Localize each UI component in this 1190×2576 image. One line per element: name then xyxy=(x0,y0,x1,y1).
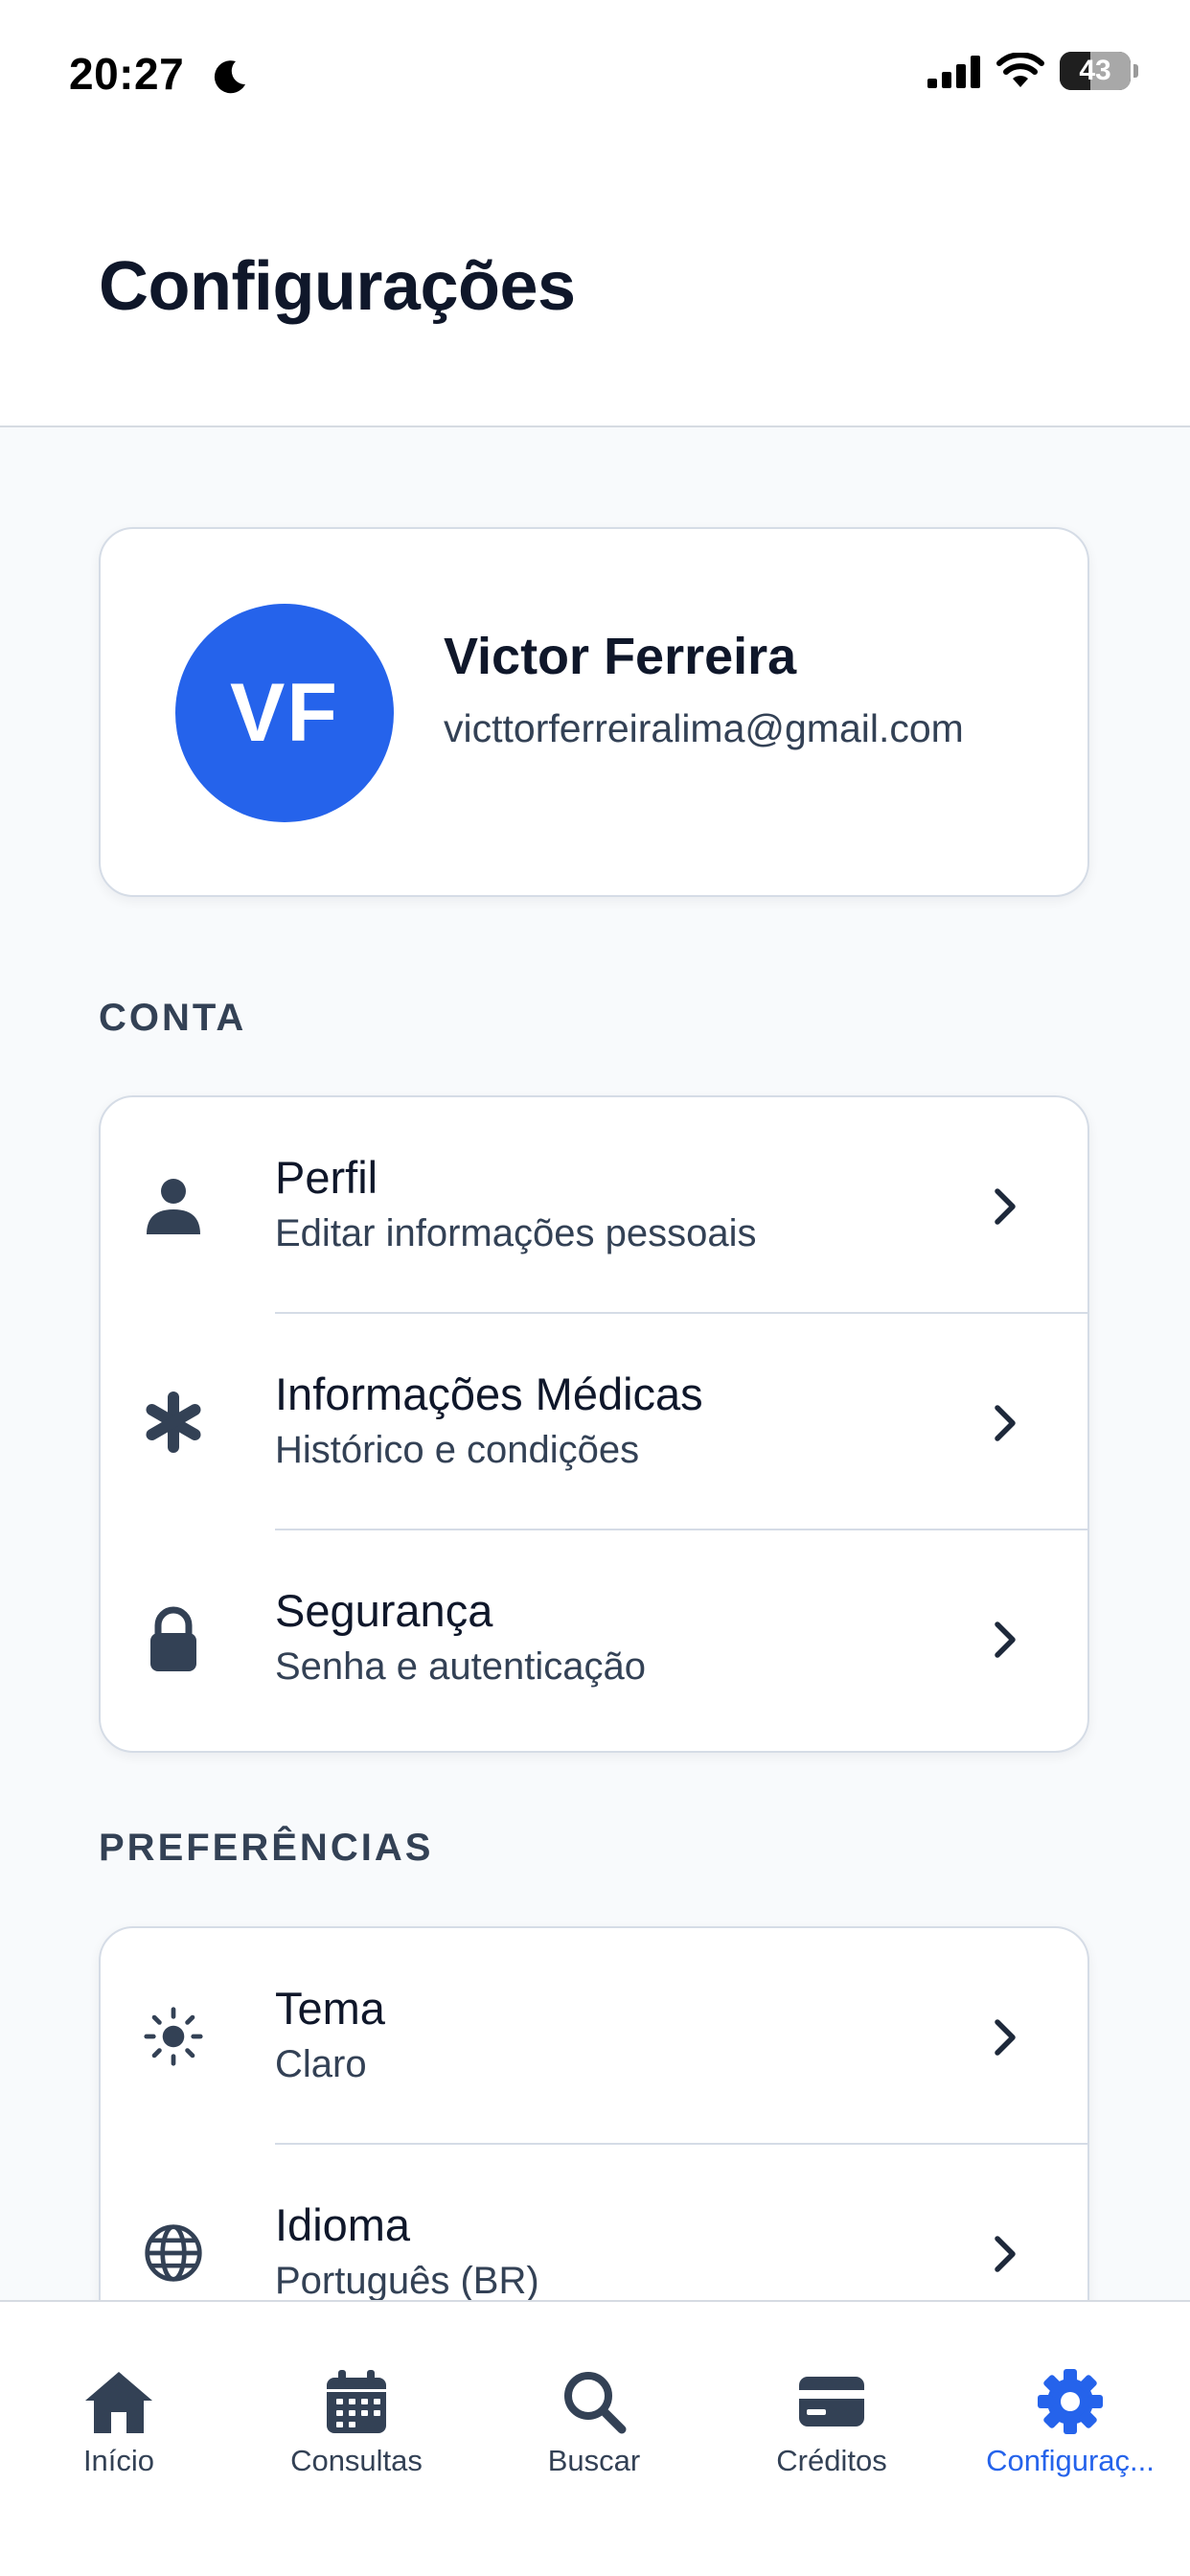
globe-icon xyxy=(143,2222,204,2284)
settings-item-security[interactable]: Segurança Senha e autenticação xyxy=(101,1530,1087,1747)
user-email: victtorferreiralima@gmail.com xyxy=(444,706,964,750)
settings-item-medical-info[interactable]: Informações Médicas Histórico e condiçõe… xyxy=(101,1314,1087,1530)
user-name: Victor Ferreira xyxy=(444,628,797,685)
person-icon xyxy=(143,1175,204,1236)
settings-item-subtitle: Editar informações pessoais xyxy=(275,1212,757,1254)
status-time: 20:27 xyxy=(69,49,185,99)
moon-icon xyxy=(214,60,245,94)
lock-icon xyxy=(143,1606,204,1671)
settings-item-title: Informações Médicas xyxy=(275,1368,703,1419)
home-icon xyxy=(0,2365,238,2438)
tab-configuracoes[interactable]: Configuraç... xyxy=(950,2302,1190,2484)
section-label-preferences: PREFERÊNCIAS xyxy=(99,1827,434,1869)
settings-item-title: Perfil xyxy=(275,1152,378,1203)
bottom-tab-bar: Início Consultas Buscar Créditos Configu… xyxy=(0,2300,1190,2576)
battery-percent: 43 xyxy=(1079,55,1111,86)
tab-label: Consultas xyxy=(290,2444,423,2477)
account-settings-group: Perfil Editar informações pessoais Infor… xyxy=(99,1095,1089,1753)
tab-inicio[interactable]: Início xyxy=(0,2302,238,2484)
avatar: VF xyxy=(175,604,394,822)
chevron-right-icon xyxy=(995,1622,1016,1658)
settings-item-subtitle: Histórico e condições xyxy=(275,1429,640,1471)
card-icon xyxy=(713,2365,950,2438)
settings-item-title: Idioma xyxy=(275,2199,411,2250)
battery-indicator: 43 xyxy=(1060,52,1138,90)
sun-icon xyxy=(143,2006,204,2067)
tab-label: Configuraç... xyxy=(986,2444,1155,2477)
battery-cap xyxy=(1133,64,1138,78)
tab-label: Créditos xyxy=(776,2444,887,2477)
tab-consultas[interactable]: Consultas xyxy=(238,2302,475,2484)
settings-screen: 20:27 43 Configurações VF Victor Ferreir… xyxy=(0,0,1190,2576)
section-label-account: CONTA xyxy=(99,997,247,1039)
settings-item-subtitle: Senha e autenticação xyxy=(275,1645,646,1688)
chevron-right-icon xyxy=(995,1188,1016,1225)
cellular-signal-icon xyxy=(927,56,980,88)
chevron-right-icon xyxy=(995,2236,1016,2272)
settings-item-title: Segurança xyxy=(275,1585,493,1636)
calendar-icon xyxy=(238,2365,475,2438)
settings-item-theme[interactable]: Tema Claro xyxy=(101,1928,1087,2145)
status-bar: 20:27 43 xyxy=(0,0,1190,144)
wifi-icon xyxy=(996,53,1044,87)
chevron-right-icon xyxy=(995,1405,1016,1441)
tab-buscar[interactable]: Buscar xyxy=(475,2302,713,2484)
tab-label: Buscar xyxy=(547,2444,641,2477)
page-title: Configurações xyxy=(99,248,576,325)
asterisk-icon xyxy=(143,1392,204,1453)
status-indicators: 43 xyxy=(927,52,1138,90)
settings-item-subtitle: Claro xyxy=(275,2043,367,2085)
search-icon xyxy=(475,2365,713,2438)
tab-creditos[interactable]: Créditos xyxy=(713,2302,950,2484)
tab-label: Início xyxy=(82,2444,155,2477)
settings-item-profile[interactable]: Perfil Editar informações pessoais xyxy=(101,1097,1087,1314)
gear-icon xyxy=(950,2365,1190,2438)
page-header: Configurações xyxy=(0,144,1190,427)
chevron-right-icon xyxy=(995,2019,1016,2056)
profile-card[interactable]: VF Victor Ferreira victtorferreiralima@g… xyxy=(99,527,1089,897)
settings-item-title: Tema xyxy=(275,1983,385,2034)
settings-item-subtitle: Português (BR) xyxy=(275,2260,539,2302)
